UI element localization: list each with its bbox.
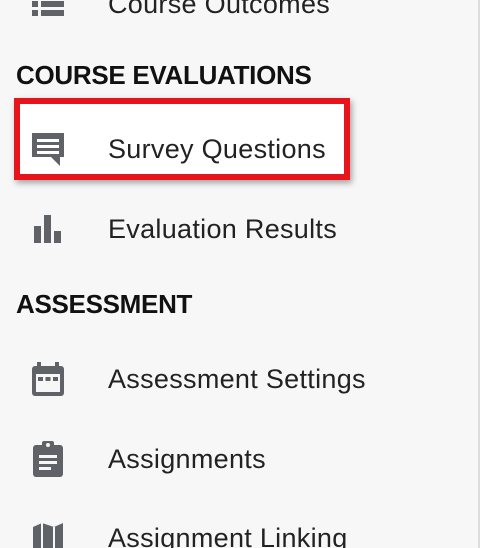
sidebar-item-evaluation-results[interactable]: Evaluation Results (28, 199, 337, 259)
calendar-icon (28, 359, 68, 399)
section-heading-course-evaluations: COURSE EVALUATIONS (16, 60, 312, 90)
sidebar-border (478, 0, 480, 548)
sidebar-item-assessment-settings[interactable]: Assessment Settings (28, 349, 366, 409)
map-icon (28, 518, 68, 548)
sidebar-item-label: Evaluation Results (108, 213, 338, 244)
list-icon (28, 0, 68, 24)
sidebar: Course Outcomes COURSE EVALUATIONS Surve… (0, 0, 478, 548)
sidebar-item-assignment-linking[interactable]: Assignment Linking (28, 508, 348, 548)
sidebar-item-label: Assessment Settings (108, 363, 366, 394)
sidebar-item-label: Course Outcomes (108, 0, 331, 19)
sidebar-item-assignments[interactable]: Assignments (28, 429, 266, 489)
sidebar-item-course-outcomes[interactable]: Course Outcomes (28, 0, 330, 34)
sidebar-item-survey-questions[interactable]: Survey Questions (28, 119, 326, 179)
bar-chart-icon (28, 209, 68, 249)
clipboard-icon (28, 439, 68, 479)
sidebar-item-label: Assignment Linking (108, 522, 348, 548)
sidebar-item-label: Survey Questions (108, 133, 326, 164)
comment-icon (28, 129, 68, 169)
section-heading-assessment: ASSESSMENT (16, 289, 193, 319)
sidebar-item-label: Assignments (108, 443, 266, 474)
